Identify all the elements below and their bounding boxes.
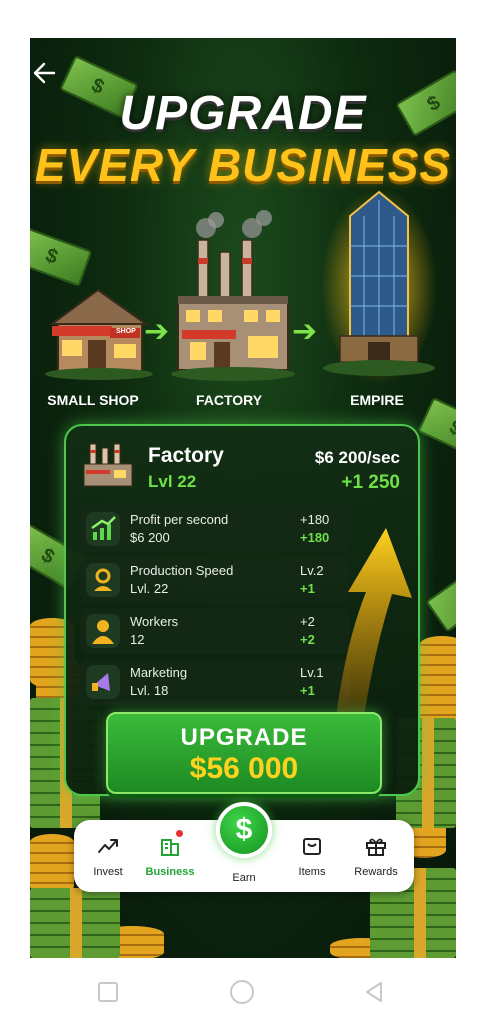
- megaphone-icon: [86, 665, 120, 699]
- trend-icon: [96, 834, 120, 858]
- cash-band-decoration: [414, 868, 426, 958]
- coin-stack-decoration: [30, 834, 74, 894]
- dollar-icon[interactable]: $: [216, 802, 272, 858]
- arrow-right-icon: ➔: [144, 314, 170, 349]
- small-shop-illustration: SHOP: [44, 284, 154, 385]
- notification-dot: [176, 830, 183, 837]
- tab-items[interactable]: Items: [278, 820, 346, 892]
- game-screen: UPGRADE EVERY BUSINESS SHOP SMALL SHOP ➔: [30, 38, 456, 958]
- tab-invest[interactable]: Invest: [74, 820, 142, 892]
- tab-label: Rewards: [354, 866, 398, 878]
- shop-sign: SHOP: [116, 328, 136, 335]
- gold-up-arrow-icon: [306, 522, 416, 727]
- cash-band-decoration: [422, 718, 434, 828]
- factory-illustration: [168, 206, 298, 387]
- gear-person-icon: [86, 563, 120, 597]
- stat-value: Lvl. 22: [130, 581, 169, 596]
- stat-value: Lvl. 18: [130, 683, 169, 698]
- status-strip: [0, 0, 485, 38]
- stat-name: Production Speed: [130, 563, 234, 578]
- recent-apps-icon[interactable]: [98, 982, 118, 1002]
- money-bill-decoration: [425, 561, 456, 633]
- empire-skyscraper-illustration: [320, 186, 438, 391]
- hero-title-line1: UPGRADE: [119, 87, 367, 140]
- stat-name: Workers: [130, 614, 179, 629]
- stat-value: 12: [130, 632, 145, 647]
- arrow-right-icon: ➔: [292, 314, 318, 349]
- tab-business[interactable]: Business: [136, 820, 204, 892]
- worker-icon: [86, 614, 120, 648]
- stat-value: $6 200: [130, 530, 170, 545]
- tab-label: Business: [145, 866, 195, 878]
- bag-icon: [300, 834, 324, 858]
- money-bill-decoration: [30, 227, 93, 287]
- upgrade-button-price: $56 000: [189, 752, 299, 785]
- home-icon[interactable]: [230, 980, 254, 1004]
- upgrade-button[interactable]: UPGRADE $56 000: [106, 712, 382, 794]
- gift-icon: [364, 834, 388, 858]
- tab-rewards[interactable]: Rewards: [342, 820, 410, 892]
- upgrade-button-label: UPGRADE: [180, 724, 308, 751]
- factory-icon: [80, 440, 136, 488]
- stat-name: Profit per second: [130, 512, 229, 527]
- tab-label: Items: [298, 866, 326, 878]
- tab-label: Earn: [232, 872, 256, 884]
- card-income-rate: $6 200/sec: [314, 448, 400, 467]
- building-label-factory: FACTORY: [195, 392, 263, 408]
- card-business-name: Factory: [148, 444, 224, 467]
- building-icon: [158, 834, 182, 858]
- back-triangle-icon[interactable]: [362, 980, 386, 1004]
- card-business-level: Lvl 22: [148, 472, 197, 491]
- tab-label: Invest: [93, 866, 123, 878]
- hero-title-line2: EVERY BUSINESS: [34, 139, 452, 191]
- building-label-empire: EMPIRE: [350, 392, 404, 408]
- cash-band-decoration: [70, 888, 82, 958]
- building-label-small-shop: SMALL SHOP: [47, 392, 139, 408]
- stat-name: Marketing: [130, 665, 188, 680]
- chart-up-icon: [86, 512, 120, 546]
- bottom-tab-bar: Invest Business Earn $ Items Rewards: [74, 802, 414, 892]
- card-income-gain: +1 250: [341, 472, 400, 493]
- coin-stack-decoration: [420, 636, 456, 728]
